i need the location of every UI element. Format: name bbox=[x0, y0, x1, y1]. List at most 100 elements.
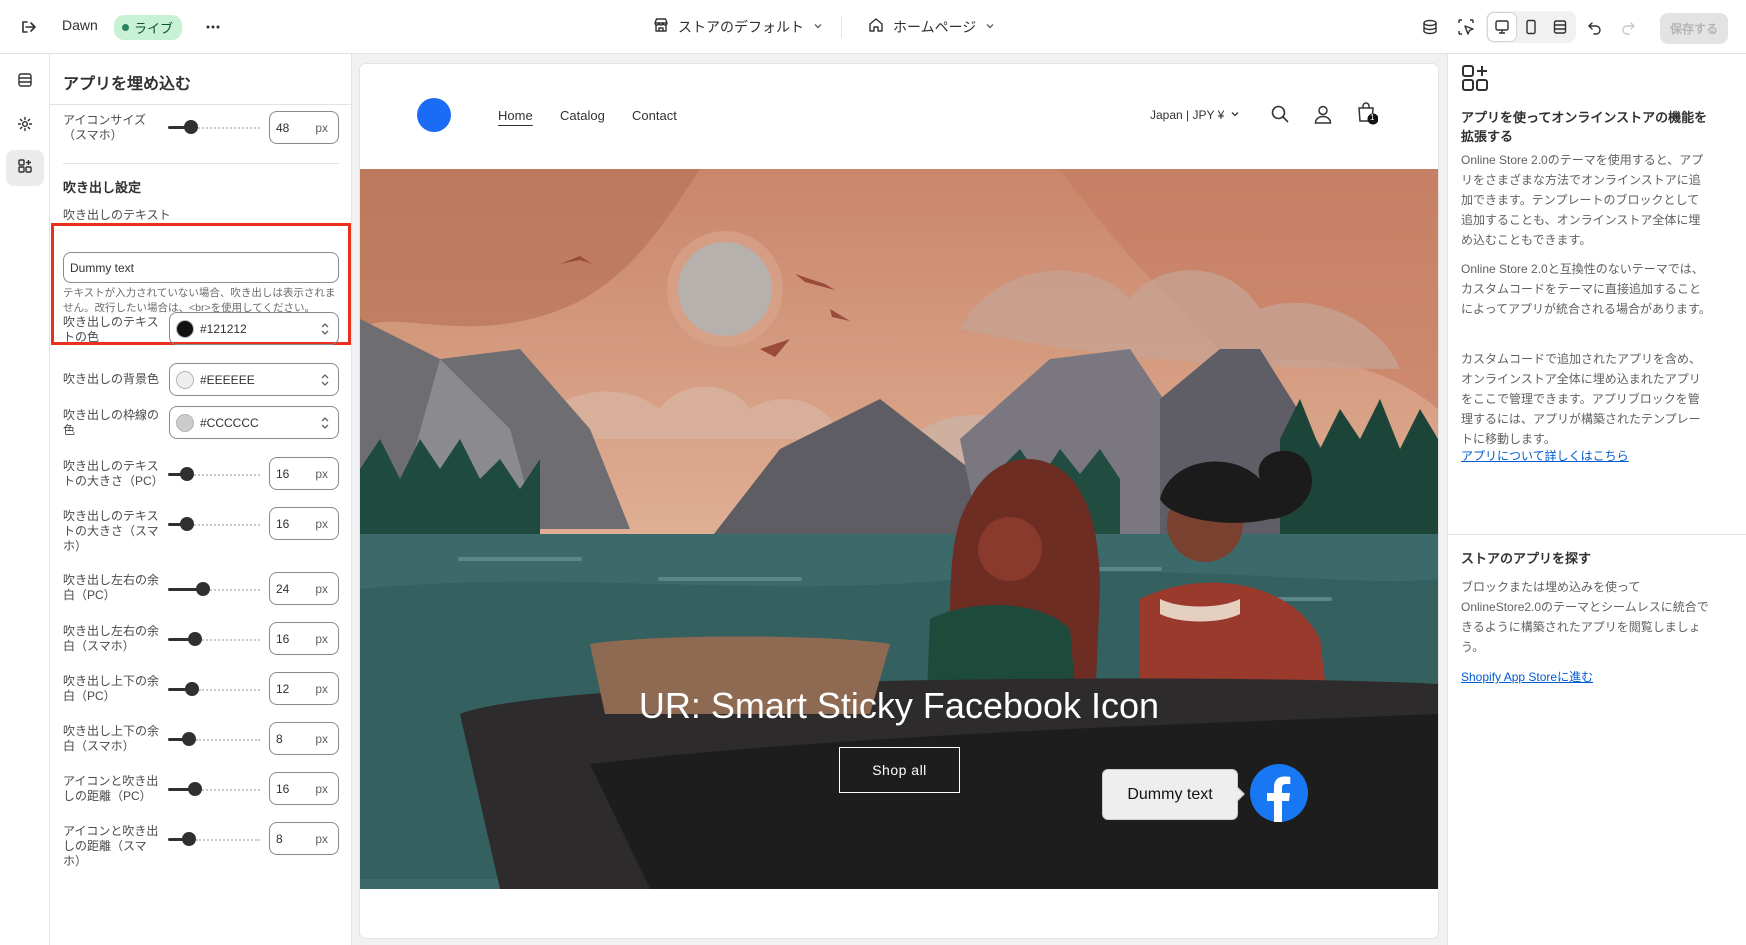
icon-size-mobile-input[interactable]: 48 px bbox=[269, 111, 339, 144]
exit-icon bbox=[14, 13, 42, 41]
padding-x-mobile-value: 16 bbox=[276, 631, 290, 646]
slider-knob[interactable] bbox=[182, 732, 196, 746]
store-header: Home Catalog Contact Japan | JPY ¥ 1 bbox=[360, 64, 1438, 169]
learn-apps-link[interactable]: アプリについて詳しくはこちら bbox=[1461, 447, 1629, 464]
theme-inspector-button[interactable] bbox=[1416, 13, 1444, 41]
bubble-section-title: 吹き出し設定 bbox=[63, 180, 142, 195]
slider-knob[interactable] bbox=[188, 782, 202, 796]
home-icon bbox=[867, 16, 885, 37]
slider-track bbox=[196, 839, 260, 841]
padding-y-mobile-slider[interactable] bbox=[168, 732, 260, 746]
nav-contact[interactable]: Contact bbox=[632, 108, 677, 123]
live-dot-icon bbox=[122, 24, 129, 31]
gap-pc-slider[interactable] bbox=[168, 782, 260, 796]
facebook-icon[interactable] bbox=[1250, 764, 1314, 828]
icon-size-mobile-value: 48 bbox=[276, 120, 290, 135]
color-swatch bbox=[176, 319, 194, 338]
color-swatch bbox=[176, 370, 194, 389]
live-badge: ライブ bbox=[114, 15, 183, 40]
padding-y-pc-slider[interactable] bbox=[168, 682, 260, 696]
unit-label: px bbox=[315, 681, 328, 696]
text-color-picker[interactable]: #121212 bbox=[169, 312, 339, 345]
slider-knob[interactable] bbox=[188, 632, 202, 646]
slider-knob[interactable] bbox=[180, 467, 194, 481]
more-horizontal-icon bbox=[199, 13, 227, 41]
text-size-mobile-slider[interactable] bbox=[168, 517, 260, 531]
padding-y-mobile-label: 吹き出し上下の余白（スマホ） bbox=[63, 724, 160, 753]
info-paragraph-1: Online Store 2.0のテーマを使用すると、アプリをさまざまな方法でオ… bbox=[1461, 153, 1704, 247]
text-size-pc-label: 吹き出しのテキストの大きさ（PC） bbox=[63, 459, 164, 488]
chevron-down-icon bbox=[984, 19, 996, 35]
more-actions-button[interactable] bbox=[199, 13, 227, 41]
app-store-link[interactable]: Shopify App Storeに進む bbox=[1461, 668, 1593, 685]
text-size-pc-slider[interactable] bbox=[168, 467, 260, 481]
redo-icon bbox=[1614, 13, 1642, 41]
select-chevron-icon bbox=[320, 415, 330, 434]
padding-x-pc-input[interactable]: 24 px bbox=[269, 572, 339, 605]
unit-label: px bbox=[315, 631, 328, 646]
gap-mobile-input[interactable]: 8 px bbox=[269, 822, 339, 855]
slider-track bbox=[196, 739, 260, 741]
slider-knob[interactable] bbox=[185, 682, 199, 696]
padding-y-mobile-input[interactable]: 8 px bbox=[269, 722, 339, 755]
rail-app-embeds-button[interactable] bbox=[6, 150, 44, 186]
exit-button[interactable] bbox=[14, 13, 42, 41]
gap-pc-label: アイコンと吹き出しの距離（PC） bbox=[63, 774, 159, 803]
info-heading: アプリを使ってオンラインストアの機能を拡張する bbox=[1461, 110, 1708, 144]
apps-icon bbox=[17, 158, 33, 179]
nav-home[interactable]: Home bbox=[498, 108, 533, 123]
store-icon bbox=[652, 16, 670, 37]
mobile-view-button[interactable] bbox=[1517, 13, 1545, 41]
rail-settings-button[interactable] bbox=[6, 108, 44, 144]
theme-name: Dawn bbox=[62, 17, 98, 33]
padding-y-pc-value: 12 bbox=[276, 681, 290, 696]
speech-bubble: Dummy text bbox=[1102, 769, 1238, 820]
store-select[interactable]: ストアのデフォルト bbox=[652, 16, 824, 37]
database-icon bbox=[1416, 13, 1444, 41]
rail-sections-button[interactable] bbox=[6, 64, 44, 100]
inspect-button[interactable] bbox=[1452, 13, 1480, 41]
padding-x-mobile-slider[interactable] bbox=[168, 632, 260, 646]
text-size-mobile-input[interactable]: 16 px bbox=[269, 507, 339, 540]
fullwidth-view-button[interactable] bbox=[1546, 13, 1574, 41]
nav-catalog[interactable]: Catalog bbox=[560, 108, 605, 123]
undo-icon bbox=[1581, 13, 1609, 41]
padding-x-pc-slider[interactable] bbox=[168, 582, 260, 596]
desktop-view-button[interactable] bbox=[1488, 13, 1516, 41]
cart-count: 1 bbox=[1370, 113, 1375, 122]
page-select[interactable]: ホームページ bbox=[867, 16, 996, 37]
store-logo[interactable] bbox=[417, 98, 451, 132]
gear-icon bbox=[17, 116, 33, 137]
unit-label: px bbox=[315, 120, 328, 135]
unit-label: px bbox=[315, 581, 328, 596]
slider-knob[interactable] bbox=[180, 517, 194, 531]
icon-size-mobile-slider[interactable] bbox=[168, 120, 260, 134]
bubble-text-input[interactable]: Dummy text bbox=[63, 252, 339, 283]
border-color-picker[interactable]: #CCCCCC bbox=[169, 406, 339, 439]
slider-knob[interactable] bbox=[196, 582, 210, 596]
mobile-icon bbox=[1517, 13, 1545, 41]
search-icon[interactable] bbox=[1270, 104, 1290, 129]
gap-mobile-slider[interactable] bbox=[168, 832, 260, 846]
info-divider bbox=[1448, 534, 1746, 535]
cart-icon[interactable]: 1 bbox=[1356, 101, 1379, 130]
undo-button[interactable] bbox=[1581, 13, 1609, 41]
save-button[interactable]: 保存する bbox=[1660, 13, 1729, 44]
slider-knob[interactable] bbox=[182, 832, 196, 846]
find-apps-heading: ストアのアプリを探す bbox=[1461, 551, 1592, 566]
border-color-value: #CCCCCC bbox=[200, 415, 259, 430]
slider-track bbox=[210, 589, 260, 591]
bubble-text-label: 吹き出しのテキスト bbox=[63, 208, 171, 222]
bg-color-picker[interactable]: #EEEEEE bbox=[169, 363, 339, 396]
redo-button[interactable] bbox=[1614, 13, 1642, 41]
slider-track bbox=[199, 689, 260, 691]
text-size-pc-input[interactable]: 16 px bbox=[269, 457, 339, 490]
padding-x-mobile-input[interactable]: 16 px bbox=[269, 622, 339, 655]
slider-knob[interactable] bbox=[184, 120, 198, 134]
locale-selector[interactable]: Japan | JPY ¥ bbox=[1150, 108, 1240, 122]
account-icon[interactable] bbox=[1313, 104, 1333, 129]
shop-all-button[interactable]: Shop all bbox=[839, 747, 960, 793]
gap-pc-input[interactable]: 16 px bbox=[269, 772, 339, 805]
padding-y-pc-input[interactable]: 12 px bbox=[269, 672, 339, 705]
select-chevron-icon bbox=[320, 321, 330, 340]
